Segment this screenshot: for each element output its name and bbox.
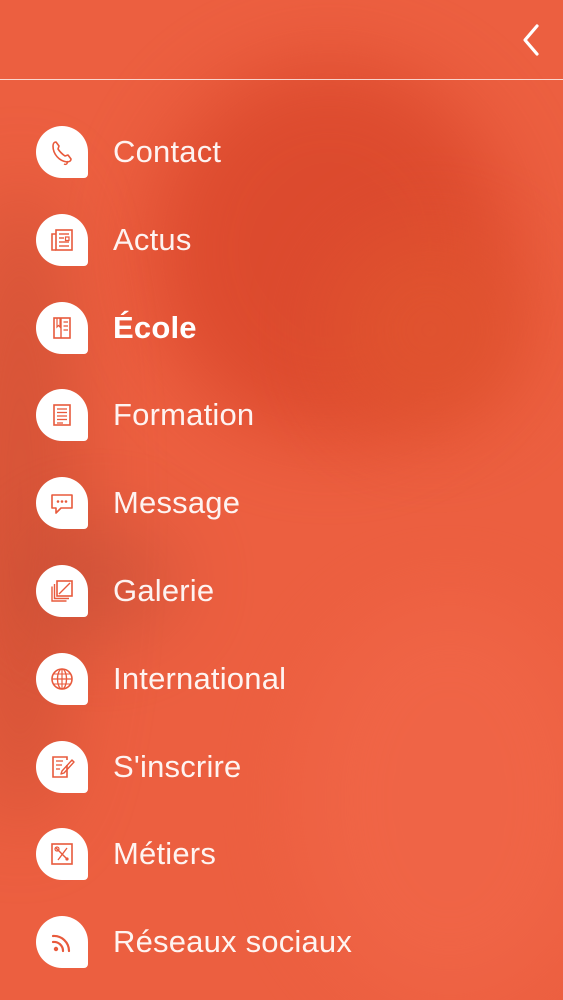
menu-item-message[interactable]: Message: [0, 459, 563, 547]
globe-icon: [36, 652, 88, 705]
menu-item-contact[interactable]: Contact: [0, 108, 563, 196]
chevron-left-icon: [523, 24, 539, 56]
wifi-icon: [36, 916, 88, 969]
chat-bubble-icon: [36, 477, 88, 530]
menu-item-label: Message: [113, 485, 241, 521]
menu-item-actus[interactable]: Actus: [0, 196, 563, 284]
signup-pen-icon: [36, 740, 88, 793]
newspaper-icon: [36, 213, 88, 266]
menu-item-sinscrire[interactable]: S'inscrire: [0, 723, 563, 811]
menu-item-label: Métiers: [113, 836, 217, 872]
menu-item-reseaux-sociaux[interactable]: Réseaux sociaux: [0, 898, 563, 986]
menu-item-label: École: [113, 309, 197, 345]
menu-item-label: Réseaux sociaux: [113, 924, 353, 960]
menu-item-label: Contact: [113, 134, 222, 169]
back-button[interactable]: [513, 18, 549, 62]
menu-item-formation[interactable]: Formation: [0, 371, 563, 459]
menu-item-label: Galerie: [113, 572, 215, 608]
side-menu: Contact Actus École Formation Message Ga…: [0, 108, 563, 986]
menu-item-label: Actus: [113, 221, 192, 257]
tools-icon: [36, 828, 88, 881]
menu-item-label: S'inscrire: [113, 748, 242, 784]
menu-item-international[interactable]: International: [0, 635, 563, 723]
phone-icon: [36, 126, 88, 178]
app-screen: Contact Actus École Formation Message Ga…: [0, 0, 563, 1000]
document-icon: [36, 389, 88, 442]
menu-item-galerie[interactable]: Galerie: [0, 547, 563, 635]
menu-item-metiers[interactable]: Métiers: [0, 810, 563, 898]
gallery-icon: [36, 564, 88, 617]
top-bar: [0, 0, 563, 80]
menu-item-ecole[interactable]: École: [0, 284, 563, 372]
menu-item-label: International: [113, 660, 287, 696]
menu-item-label: Formation: [113, 397, 255, 433]
book-icon: [36, 301, 88, 354]
